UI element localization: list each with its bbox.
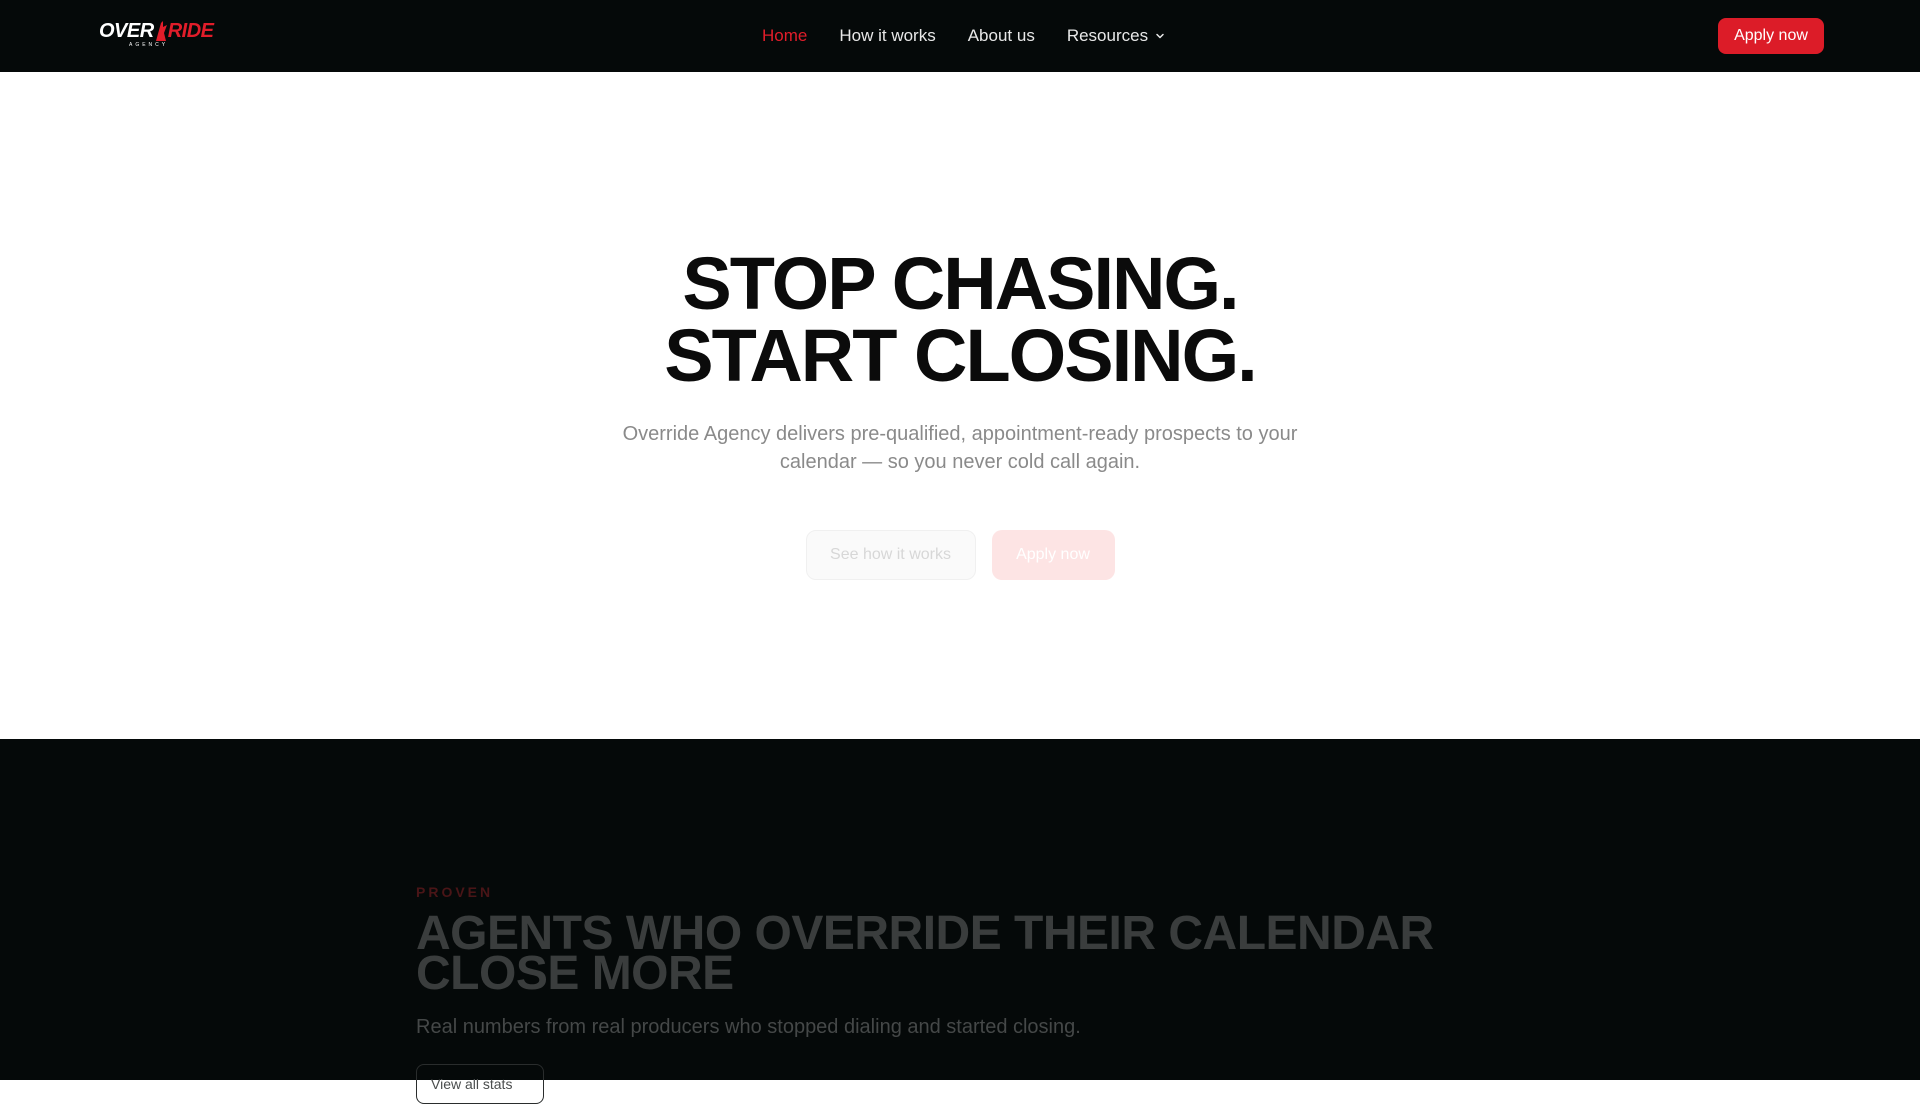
hero-title: STOP CHASING. START CLOSING. <box>0 247 1920 393</box>
nav-link-how-it-works[interactable]: How it works <box>823 0 951 72</box>
hero-title-line-1: STOP CHASING. <box>682 242 1239 325</box>
nav-link-resources[interactable]: Resources <box>1051 0 1182 72</box>
nav-link-resources-label: Resources <box>1066 26 1149 45</box>
logo-flame-icon <box>155 20 167 41</box>
logo-wordmark: OVER RIDE <box>99 19 214 42</box>
apply-now-nav-button[interactable]: Apply now <box>1718 18 1824 54</box>
proven-section: PROVEN AGENTS WHO OVERRIDE THEIR CALENDA… <box>0 739 1920 1104</box>
section-subtitle: Real numbers from real producers who sto… <box>416 1016 1081 1038</box>
hero-section: STOP CHASING. START CLOSING. Override Ag… <box>0 72 1920 739</box>
top-nav: OVER RIDE AGENCY Home How it works About… <box>0 0 1920 72</box>
chevron-down-icon <box>1156 33 1164 39</box>
logo-word-right: RIDE <box>167 19 214 42</box>
hero-subtitle: Override Agency delivers pre-qualified, … <box>622 423 1298 473</box>
section-eyebrow: PROVEN <box>416 884 494 900</box>
section-title: AGENTS WHO OVERRIDE THEIR CALENDAR CLOSE… <box>416 907 1434 1000</box>
hero-buttons: See how it works Apply now <box>0 530 1920 580</box>
brand-logo[interactable]: OVER RIDE AGENCY <box>99 16 214 52</box>
nav-link-about-us[interactable]: About us <box>952 0 1051 72</box>
see-how-it-works-button[interactable]: See how it works <box>805 530 976 580</box>
nav-link-home[interactable]: Home <box>746 0 823 72</box>
view-all-stats-button[interactable]: View all stats <box>416 1064 544 1104</box>
nav-links: Home How it works About us Resources <box>746 0 1182 72</box>
apply-now-hero-button[interactable]: Apply now <box>991 530 1115 580</box>
hero-title-line-2: START CLOSING. <box>664 314 1257 397</box>
logo-subtitle: AGENCY <box>129 41 169 48</box>
logo-word-left: OVER <box>99 19 154 42</box>
